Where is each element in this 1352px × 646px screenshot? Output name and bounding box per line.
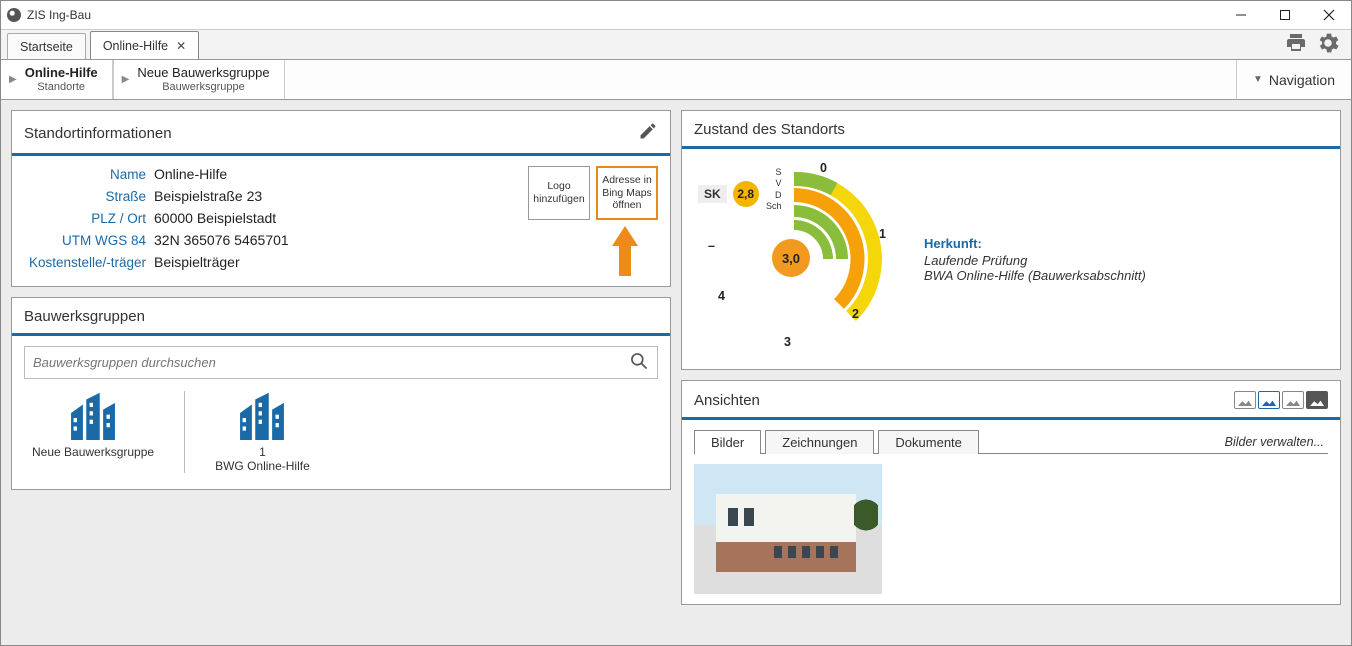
thumbnail-icon[interactable] <box>1306 391 1328 409</box>
group-item-new[interactable]: Neue Bauwerksgruppe <box>32 391 154 473</box>
search-icon[interactable] <box>629 351 649 374</box>
breadcrumb-item-1[interactable]: ▶ Neue Bauwerksgruppe Bauwerksgruppe <box>113 60 285 99</box>
callout-arrow-icon <box>612 226 638 279</box>
maximize-button[interactable] <box>1263 1 1307 29</box>
subtab-bilder[interactable]: Bilder <box>694 430 761 454</box>
thumbnail-icon[interactable] <box>1258 391 1280 409</box>
edit-icon[interactable] <box>638 121 658 145</box>
subtab-zeichnungen[interactable]: Zeichnungen <box>765 430 874 454</box>
tab-start[interactable]: Startseite <box>7 33 86 59</box>
chevron-right-icon: ▶ <box>9 74 17 85</box>
settings-icon[interactable] <box>1315 30 1341 59</box>
card-groups: Bauwerksgruppen <box>11 297 671 490</box>
close-tab-icon[interactable]: ✕ <box>176 39 186 53</box>
thumbnail-icon[interactable] <box>1234 391 1256 409</box>
manage-images-link[interactable]: Bilder verwalten... <box>1225 435 1328 449</box>
chevron-right-icon: ▶ <box>122 74 130 85</box>
card-location: Standortinformationen NameOnline-Hilfe S… <box>11 110 671 287</box>
card-title: Ansichten <box>694 392 760 409</box>
group-item-bwg[interactable]: 1 BWG Online-Hilfe <box>215 391 310 473</box>
close-button[interactable] <box>1307 1 1351 29</box>
titlebar: ZIS Ing-Bau <box>1 1 1351 30</box>
ring-labels: S V D Sch <box>766 167 782 212</box>
add-logo-button[interactable]: Logo hinzufügen <box>528 166 590 220</box>
navigation-toggle[interactable]: ▼ Navigation <box>1236 60 1351 99</box>
search-groups[interactable] <box>24 346 658 379</box>
window-title: ZIS Ing-Bau <box>27 8 91 22</box>
card-condition: Zustand des Standorts <box>681 110 1341 370</box>
open-maps-button[interactable]: Adresse in Bing Maps öffnen <box>596 166 658 220</box>
card-views: Ansichten Bilder Zeichnungen Dokumente B… <box>681 380 1341 605</box>
card-title: Bauwerksgruppen <box>24 308 145 325</box>
breadcrumb: ▶ Online-Hilfe Standorte ▶ Neue Bauwerks… <box>1 60 1351 100</box>
print-icon[interactable] <box>1283 31 1309 58</box>
sk-label: SK <box>698 185 727 203</box>
chevron-down-icon: ▼ <box>1253 74 1263 85</box>
card-title: Zustand des Standorts <box>694 121 845 138</box>
minimize-button[interactable] <box>1219 1 1263 29</box>
tab-online-hilfe[interactable]: Online-Hilfe ✕ <box>90 31 199 59</box>
buildings-icon <box>235 391 289 445</box>
group-item-label: Neue Bauwerksgruppe <box>32 445 154 459</box>
origin-info: Herkunft: Laufende Prüfung BWA Online-Hi… <box>924 236 1146 283</box>
image-thumbnail[interactable] <box>694 464 882 594</box>
thumbnail-icon[interactable] <box>1282 391 1304 409</box>
gauge-center-value: 3,0 <box>772 239 810 277</box>
group-item-label: BWG Online-Hilfe <box>215 459 310 473</box>
breadcrumb-item-0[interactable]: ▶ Online-Hilfe Standorte <box>1 60 113 99</box>
app-icon <box>7 8 21 22</box>
condition-gauge: S V D Sch SK 2,8 3,0 0 1 2 3 <box>694 159 894 359</box>
card-title: Standortinformationen <box>24 125 172 142</box>
buildings-icon <box>66 391 120 445</box>
subtab-dokumente[interactable]: Dokumente <box>878 430 978 454</box>
search-input[interactable] <box>33 355 629 370</box>
group-item-count: 1 <box>215 445 310 459</box>
sk-value: 2,8 <box>733 181 759 207</box>
tabbar: Startseite Online-Hilfe ✕ <box>1 30 1351 60</box>
